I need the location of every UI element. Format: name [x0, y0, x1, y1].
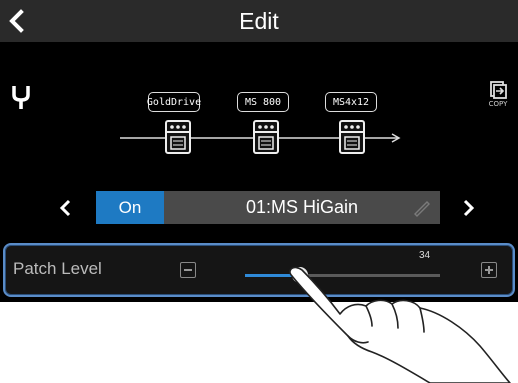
patch-level-value: 34 [419, 250, 431, 261]
next-patch-icon[interactable] [458, 196, 478, 220]
effect-label-2: MS 800 [237, 92, 289, 112]
page-title: Edit [239, 8, 279, 34]
tuner-fork-icon[interactable] [10, 84, 32, 110]
decrease-level-button[interactable] [180, 262, 196, 278]
effect-on-button[interactable]: On [96, 191, 164, 224]
effect-chain: GoldDrive MS 800 MS4x12 [110, 90, 410, 162]
pointing-hand-icon [289, 266, 511, 383]
copy-button[interactable]: COPY [484, 80, 512, 112]
previous-patch-icon[interactable] [56, 196, 76, 220]
pedal-icon-3[interactable] [339, 120, 365, 154]
pencil-icon[interactable] [412, 199, 432, 217]
header-bar: Edit [0, 0, 518, 42]
patch-name[interactable]: 01:MS HiGain [164, 191, 440, 224]
effect-label-1: GoldDrive [147, 92, 201, 112]
effect-label-3: MS4x12 [325, 92, 377, 112]
copy-label: COPY [488, 100, 508, 108]
patch-selector: On 01:MS HiGain [96, 191, 440, 224]
patch-level-label: Patch Level [13, 259, 102, 278]
pedal-icon-1[interactable] [165, 120, 191, 154]
copy-icon [490, 81, 507, 99]
device-screen: Edit COPY GoldDrive MS 800 MS4x12 On 01:… [0, 0, 518, 302]
pedal-icon-2[interactable] [253, 120, 279, 154]
